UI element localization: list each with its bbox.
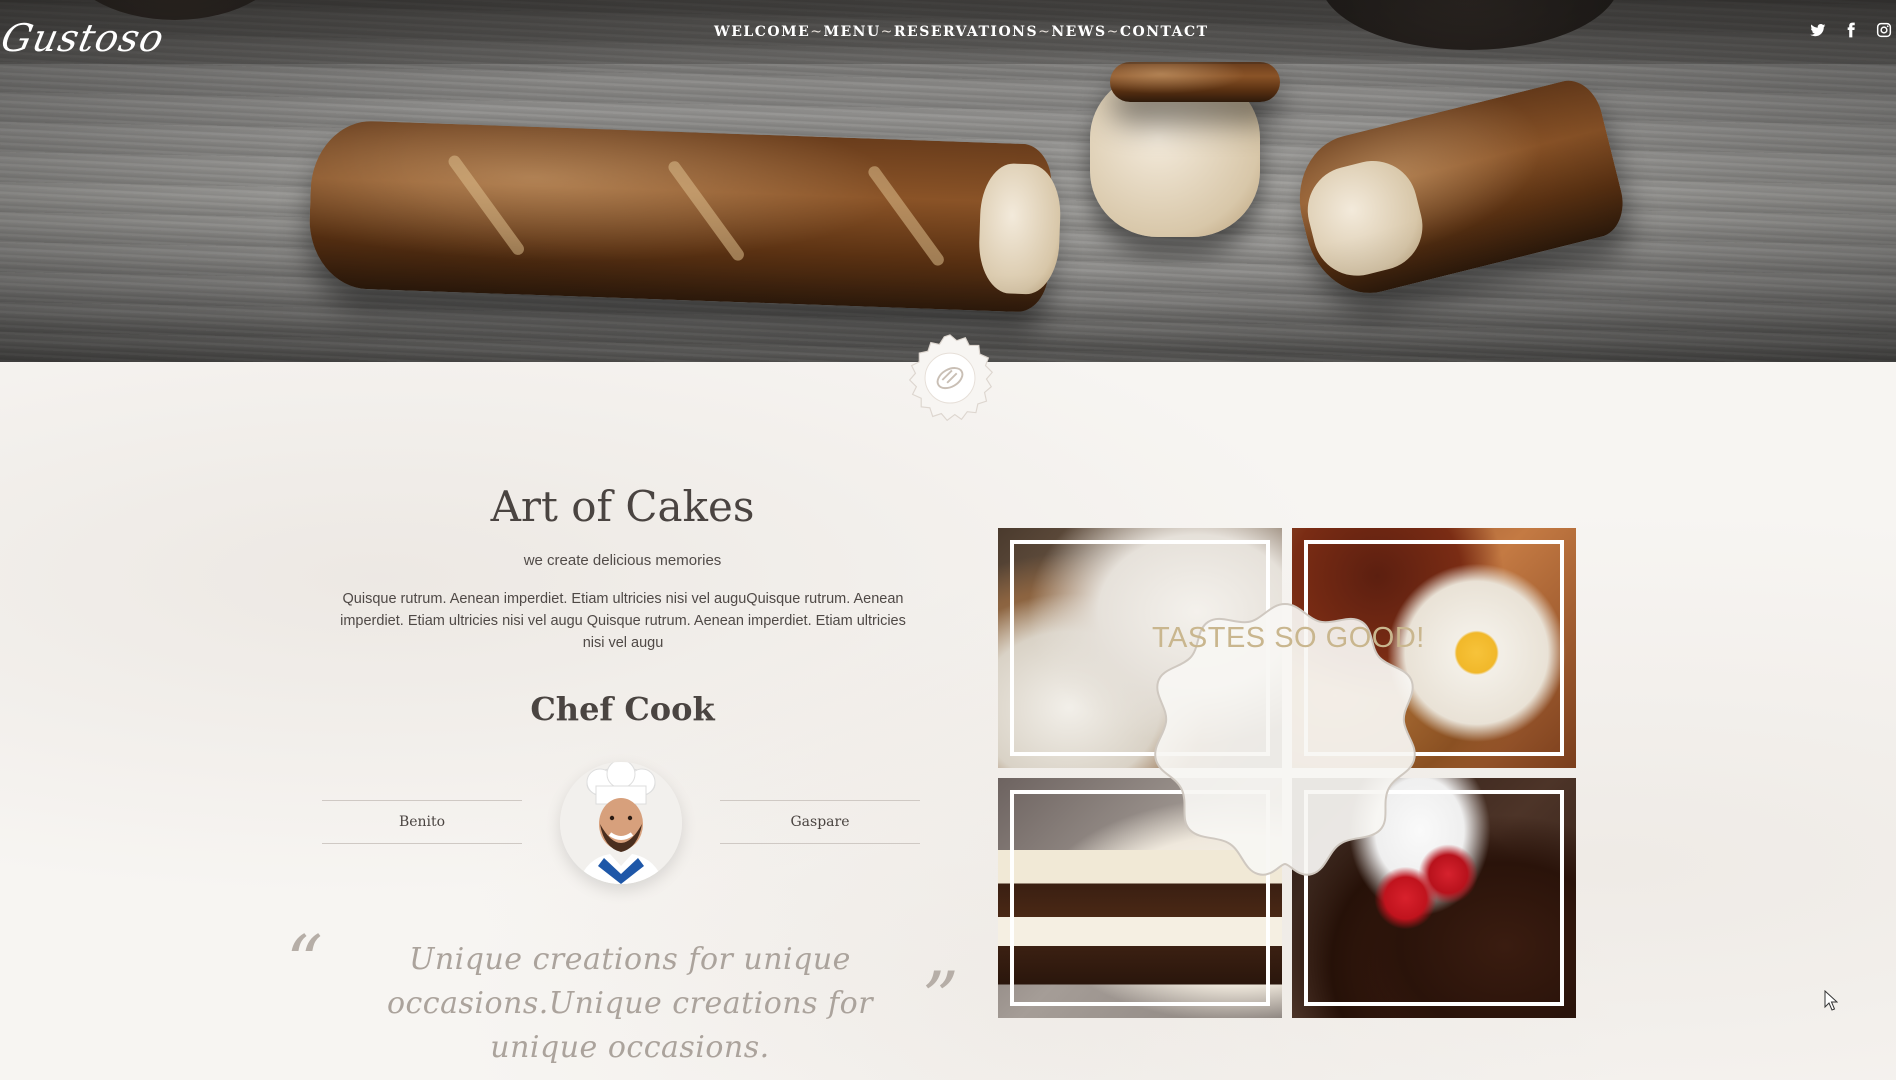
chef-section-title: Chef Cook [530, 690, 715, 728]
nav-contact[interactable]: CONTACT [1120, 24, 1209, 40]
nav-welcome[interactable]: WELCOME [714, 24, 810, 40]
hero-banner: Gustoso WELCOME ~ MENU ~ RESERVATIONS ~ … [0, 0, 1896, 362]
chef-name-benito[interactable]: Benito [322, 800, 522, 844]
gallery-overlay-text: TASTES SO GOOD! [1152, 622, 1425, 654]
section-subtitle: we create delicious memories [523, 552, 722, 569]
nav-separator: ~ [880, 24, 894, 40]
quote-open-mark: “ [286, 920, 323, 1004]
instagram-icon[interactable] [1876, 22, 1892, 38]
twitter-icon[interactable] [1810, 22, 1826, 38]
nav-reservations[interactable]: RESERVATIONS [894, 24, 1038, 40]
nav-menu[interactable]: MENU [823, 24, 880, 40]
bakery-seal-icon [908, 334, 994, 422]
section-description: Quisque rutrum. Aenean imperdiet. Etiam … [340, 591, 906, 651]
section-title: Art of Cakes [490, 482, 755, 531]
nav-news[interactable]: NEWS [1051, 24, 1106, 40]
site-logo[interactable]: Gustoso [0, 16, 169, 60]
chef-name-gaspare[interactable]: Gaspare [720, 800, 920, 844]
quote-close-mark: ” [922, 956, 959, 1040]
mouse-cursor-icon [1824, 990, 1838, 1011]
nav-separator: ~ [1106, 24, 1120, 40]
facebook-icon[interactable] [1843, 22, 1859, 38]
nav-separator: ~ [1038, 24, 1052, 40]
testimonial-quote: Unique creations for unique occasions.Un… [386, 942, 874, 1065]
main-nav: WELCOME ~ MENU ~ RESERVATIONS ~ NEWS ~ C… [714, 22, 1207, 42]
nav-separator: ~ [810, 24, 824, 40]
chef-avatar[interactable] [560, 762, 682, 884]
